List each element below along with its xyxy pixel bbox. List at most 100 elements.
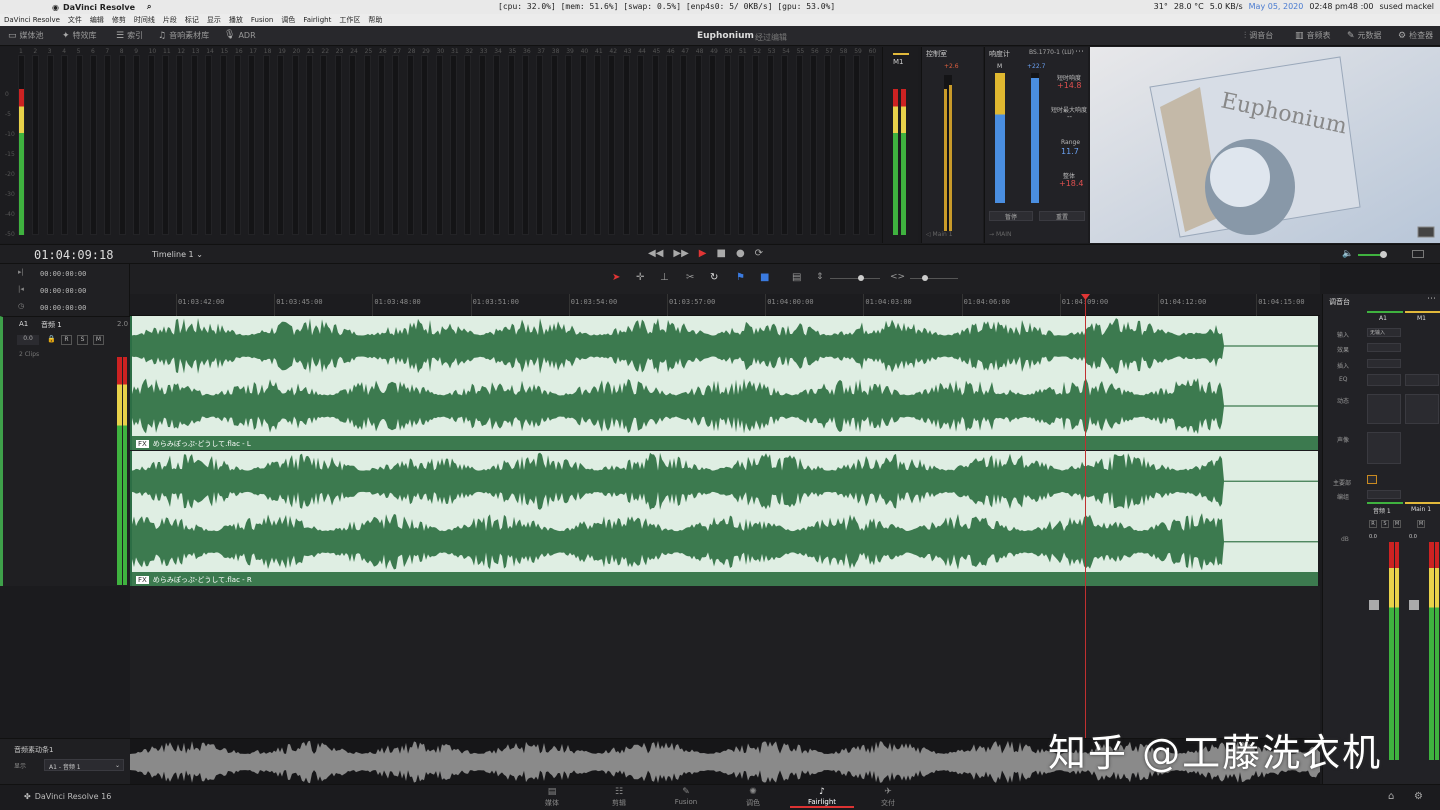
menu-item-3[interactable]: 修剪 [112, 15, 126, 25]
sound-library-button[interactable]: ♫ 音响素材库 [158, 30, 209, 41]
strip-a1-s[interactable]: S [1381, 520, 1389, 528]
strip-m1-m[interactable]: M [1417, 520, 1425, 528]
page-deliver[interactable]: ✈ 交付 [858, 787, 918, 808]
date[interactable]: May 05, 2020 [1249, 2, 1304, 11]
mixer-eq-a1[interactable] [1367, 374, 1401, 386]
mixer-pan-a1[interactable] [1367, 432, 1401, 464]
strip-a1-volume[interactable]: 0.0 [1369, 534, 1377, 540]
zoom-handle-1[interactable] [858, 275, 864, 281]
audio-track-a1-lane[interactable]: FX めらみぽっぷ-どうして.flac - L FX めらみぽっぷ-どうして.fla… [130, 316, 1320, 586]
mixer-dynamics-m1[interactable] [1405, 394, 1439, 424]
zoom-slider-2[interactable] [910, 278, 958, 279]
control-room-source[interactable]: ◁ Main 1 [926, 231, 953, 238]
menu-item-6[interactable]: 标记 [185, 15, 199, 25]
play-icon[interactable]: ▶ [699, 248, 707, 259]
menu-item-5[interactable]: 片段 [163, 15, 177, 25]
page-fairlight[interactable]: ♪ Fairlight [790, 787, 854, 808]
home-icon[interactable]: ⌂ [1388, 791, 1394, 802]
mixer-eq-m1[interactable] [1405, 374, 1439, 386]
media-pool-button[interactable]: ▭ 媒体池 [8, 30, 44, 41]
page-media[interactable]: ▤ 媒体 [522, 787, 582, 808]
stop-icon[interactable]: ■ [716, 248, 725, 259]
mark-out-icon[interactable]: |◂ [18, 285, 24, 293]
view-options-icon[interactable]: ▤ [792, 272, 801, 283]
strip-m1-fader[interactable] [1409, 600, 1419, 610]
lock-icon[interactable]: 🔒 [47, 335, 56, 343]
mixer-effects-slot[interactable] [1367, 343, 1401, 352]
volume-icon[interactable]: 🔈 [1342, 249, 1353, 259]
loudness-standard[interactable]: BS.1770-1 (LU) [1029, 49, 1074, 56]
page-fusion[interactable]: ✎ Fusion [656, 787, 716, 806]
effects-button[interactable]: ✦ 特效库 [62, 30, 97, 41]
adr-button[interactable]: 🎙 ADR [224, 30, 256, 40]
menu-item-7[interactable]: 显示 [207, 15, 221, 25]
zoom-fit-icon[interactable]: <> [890, 272, 905, 282]
empty-track-area[interactable] [130, 586, 1320, 738]
menu-item-1[interactable]: 文件 [68, 15, 82, 25]
meters-button[interactable]: ▥ 音频表 [1295, 30, 1331, 41]
index-button[interactable]: ☰ 索引 [116, 30, 143, 41]
clip-right[interactable]: FX めらみぽっぷ-どうして.flac - R [130, 451, 1318, 586]
zoom-handle-2[interactable] [922, 275, 928, 281]
mark-in-icon[interactable]: ▸| [18, 268, 24, 276]
record-arm-button[interactable]: R [61, 335, 72, 345]
fast-forward-icon[interactable]: ▶▶ [673, 248, 688, 259]
reset-button[interactable]: 重置 [1039, 211, 1085, 221]
metadata-button[interactable]: ✎ 元数据 [1347, 30, 1382, 41]
mixer-group-slot[interactable] [1367, 490, 1401, 499]
record-icon[interactable]: ● [736, 248, 745, 259]
rewind-icon[interactable]: ◀◀ [648, 248, 663, 259]
flag-icon[interactable]: ⚑ [736, 272, 745, 283]
marker-icon[interactable]: ■ [760, 272, 769, 283]
timeline-ruler[interactable]: 01:03:42:00 01:03:45:00 01:03:48:00 01:03:5… [130, 294, 1320, 316]
strip-a1-m[interactable]: M [1393, 520, 1401, 528]
menu-item-12[interactable]: 工作区 [339, 15, 360, 25]
menu-item-8[interactable]: 播放 [229, 15, 243, 25]
solo-button[interactable]: S [77, 335, 88, 345]
timeline-selector[interactable]: Timeline 1 ⌄ [152, 250, 203, 259]
track-height-icon[interactable]: ⇕ [816, 272, 824, 282]
playhead[interactable] [1081, 294, 1090, 738]
track-header-a1[interactable]: A1 音频 1 2.0 0.0 🔒 R S M 2 Clips [0, 316, 130, 586]
app-title[interactable]: ◉ DaVinci Resolve ⌕ [0, 2, 152, 12]
mixer-dynamics-a1[interactable] [1367, 394, 1401, 424]
menu-item-13[interactable]: 帮助 [368, 15, 382, 25]
snap-icon[interactable]: ↻ [710, 272, 718, 283]
search-icon[interactable]: ⌕ [147, 2, 151, 12]
mute-button[interactable]: M [93, 335, 104, 345]
pause-button[interactable]: 暂停 [989, 211, 1033, 221]
mixer-button[interactable]: ⫶ 调音台 [1244, 30, 1273, 41]
monitor-volume-handle[interactable] [1380, 251, 1387, 258]
loudness-output[interactable]: → MAIN [989, 231, 1011, 238]
razor-tool-icon[interactable]: ✂ [686, 272, 694, 283]
dim-icon[interactable] [1412, 250, 1424, 258]
current-timecode[interactable]: 01:04:09:18 [34, 248, 113, 262]
menu-item-2[interactable]: 编辑 [90, 15, 104, 25]
page-edit[interactable]: ☷ 剪辑 [589, 787, 649, 808]
strip-m1-volume[interactable]: 0.0 [1409, 534, 1417, 540]
menu-item-0[interactable]: DaVinci Resolve [4, 16, 60, 24]
mixer-bus-assign[interactable] [1367, 475, 1377, 484]
page-color[interactable]: ✺ 调色 [723, 787, 783, 808]
mixer-options-icon[interactable]: ⋯ [1427, 294, 1436, 304]
more-options-icon[interactable]: ⋯ [1075, 47, 1084, 57]
menu-item-10[interactable]: 调色 [281, 15, 295, 25]
mixer-insert-slot[interactable] [1367, 359, 1401, 368]
strip-a1-fader[interactable] [1369, 600, 1379, 610]
inspector-button[interactable]: ⚙ 检查器 [1398, 30, 1433, 41]
trim-tool-icon[interactable]: ⊥ [660, 272, 669, 283]
settings-gear-icon[interactable]: ⚙ [1414, 791, 1423, 802]
menu-item-9[interactable]: Fusion [251, 16, 273, 24]
loop-icon[interactable]: ⟳ [755, 248, 763, 259]
mixer-input-select[interactable]: 无输入 [1367, 328, 1401, 337]
menu-item-4[interactable]: 时间线 [134, 15, 155, 25]
track-name[interactable]: 音频 1 [41, 320, 62, 330]
clip-left[interactable]: FX めらみぽっぷ-どうして.flac - L [130, 316, 1318, 450]
range-tool-icon[interactable]: ✛ [636, 272, 644, 283]
menu-item-11[interactable]: Fairlight [303, 16, 331, 24]
video-viewer[interactable]: Euphonium [1090, 47, 1440, 243]
pointer-tool-icon[interactable]: ➤ [612, 272, 620, 283]
zoom-slider-1[interactable] [830, 278, 880, 279]
overview-track-select[interactable]: A1 - 音频 1 ⌄ [44, 759, 124, 771]
strip-a1-r[interactable]: R [1369, 520, 1377, 528]
